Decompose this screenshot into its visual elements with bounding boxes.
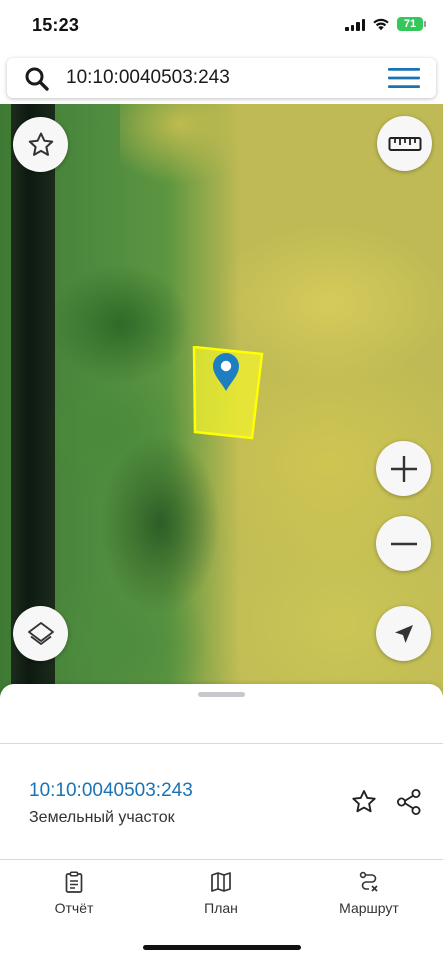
wifi-icon — [373, 18, 389, 31]
favorite-icon — [28, 132, 53, 156]
home-indicator[interactable] — [143, 945, 301, 950]
zoom-out-icon — [390, 542, 417, 545]
tab-plan[interactable]: План — [171, 870, 271, 916]
report-icon — [65, 871, 83, 893]
screen: 15:23 71 10:10:0040503:243 10:10:0040503… — [0, 0, 443, 960]
locate-icon — [394, 624, 413, 643]
zoom-out-button[interactable] — [376, 516, 431, 571]
tab-plan-label: План — [204, 900, 238, 916]
route-icon — [359, 871, 378, 892]
share-icon[interactable] — [394, 787, 424, 817]
divider — [0, 859, 443, 860]
zoom-in-button[interactable] — [376, 441, 431, 496]
tab-route[interactable]: Маршрут — [319, 870, 419, 916]
search-icon[interactable] — [24, 66, 50, 92]
tab-report[interactable]: Отчёт — [24, 870, 124, 916]
status-icons: 71 — [345, 17, 426, 31]
map-field — [120, 104, 240, 194]
ruler-button[interactable] — [377, 116, 432, 171]
favorite-map-button[interactable] — [13, 117, 68, 172]
ruler-icon — [388, 136, 421, 151]
battery-icon: 71 — [397, 17, 426, 31]
signal-icon — [345, 18, 365, 31]
favorite-outline-icon[interactable] — [350, 788, 378, 816]
menu-icon[interactable] — [388, 67, 420, 89]
zoom-in-icon — [390, 455, 417, 482]
layers-icon — [27, 621, 54, 645]
search-bar[interactable]: 10:10:0040503:243 — [7, 58, 436, 98]
status-bar: 15:23 71 — [0, 0, 443, 54]
tab-report-label: Отчёт — [54, 900, 94, 916]
parcel-type: Земельный участок — [29, 809, 175, 826]
search-input[interactable]: 10:10:0040503:243 — [66, 67, 230, 89]
map-plan-icon — [211, 872, 231, 892]
location-pin-icon[interactable] — [211, 352, 241, 392]
layers-button[interactable] — [13, 606, 68, 661]
bottom-tab-bar: Отчёт План Маршрут — [0, 870, 443, 918]
bottom-sheet: 10:10:0040503:243 Земельный участок Отчё… — [0, 684, 443, 960]
parcel-id-link[interactable]: 10:10:0040503:243 — [29, 780, 193, 802]
divider — [0, 743, 443, 744]
status-time: 15:23 — [32, 15, 80, 35]
locate-button[interactable] — [376, 606, 431, 661]
tab-route-label: Маршрут — [339, 900, 399, 916]
sheet-drag-handle[interactable] — [198, 692, 245, 697]
